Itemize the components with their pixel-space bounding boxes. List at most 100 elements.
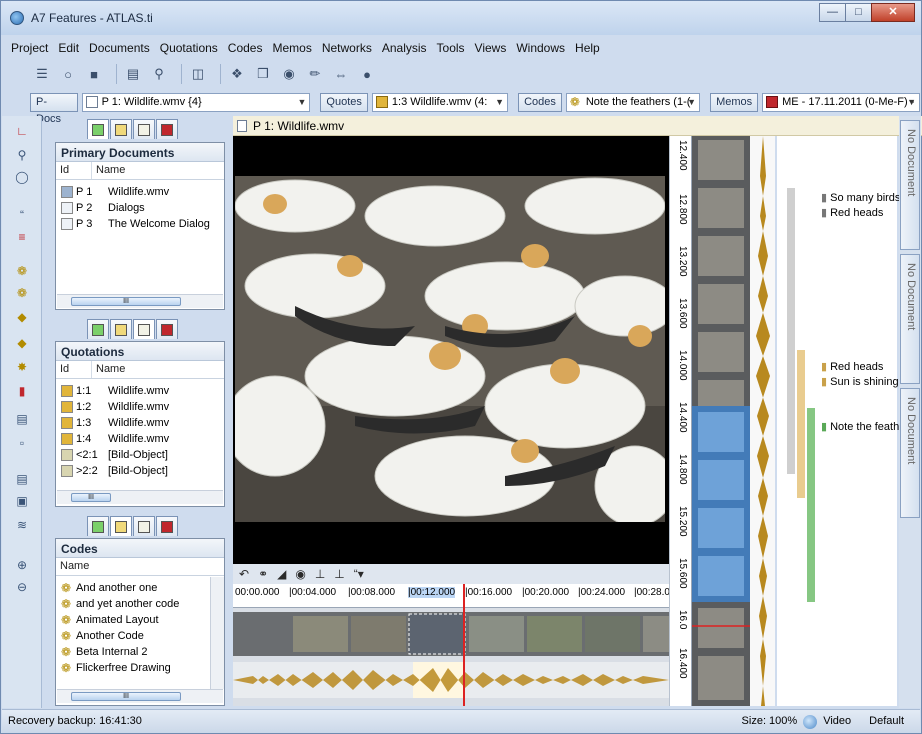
quotation-row[interactable]: <2:1 [Bild-Object] — [56, 447, 224, 463]
menu-edit[interactable]: Edit — [53, 40, 84, 58]
video-frame-image[interactable] — [235, 176, 665, 522]
pdocs-button[interactable]: P-Docs — [30, 92, 78, 125]
quote-link-icon[interactable]: ≡ — [12, 230, 32, 246]
close-button[interactable]: ✕ — [871, 3, 915, 22]
create-quote-icon[interactable]: “▾ — [354, 567, 364, 581]
column-name[interactable]: Name — [92, 361, 224, 378]
margin-area[interactable]: ▮ So many birds ▮ Red heads ▮ Red heads … — [777, 136, 900, 706]
margin-code-label[interactable]: ▮ Note the feath — [821, 420, 901, 433]
document-region-tab[interactable]: No Document — [900, 254, 920, 384]
margin-code-label[interactable]: ▮ Sun is shining — [821, 375, 901, 388]
zoom-in-icon[interactable]: ⊕ — [12, 558, 32, 574]
counter-icon[interactable]: ▤ — [12, 412, 32, 428]
margin-toggle-icon[interactable]: ∟ — [12, 124, 32, 140]
quote-icon[interactable]: “ — [12, 208, 32, 224]
code-drag-icon[interactable]: ✸ — [12, 360, 32, 376]
tab-codes[interactable] — [133, 119, 155, 139]
quotation-row[interactable]: 1:3 Wildlife.wmv — [56, 415, 224, 431]
new-project-icon[interactable]: ☰ — [32, 64, 52, 84]
menu-windows[interactable]: Windows — [511, 40, 570, 58]
query-tool-icon[interactable]: ❖ — [227, 64, 247, 84]
zoom-out-icon[interactable]: ⊖ — [12, 580, 32, 596]
tab-quotations[interactable] — [110, 319, 132, 339]
code-row[interactable]: ❁ And another one — [56, 580, 224, 596]
quotes-dropdown[interactable]: 1:3 Wildlife.wmv (4: ▼ — [371, 92, 509, 112]
memo-tool-icon[interactable]: ▮ — [12, 384, 32, 400]
menu-memos[interactable]: Memos — [267, 40, 316, 58]
memos-button[interactable]: Memos — [710, 92, 759, 112]
scrollbar-thumb[interactable]: III — [71, 297, 181, 306]
tab-quotations[interactable] — [110, 516, 132, 536]
bracket-icon[interactable]: ▫ — [12, 436, 32, 452]
time-ruler[interactable]: 00:00.000 |00:04.000 |00:08.000 |00:12.0… — [233, 584, 670, 608]
document-region-tab[interactable]: No Document — [900, 388, 920, 518]
open-icon[interactable]: ○ — [58, 64, 78, 84]
code-invivo-icon[interactable]: ◆ — [12, 310, 32, 326]
video-player[interactable] — [233, 136, 669, 564]
vertical-filmstrip[interactable] — [692, 136, 750, 706]
column-id[interactable]: Id — [56, 162, 92, 179]
tab-memos[interactable] — [156, 516, 178, 536]
minimize-button[interactable]: — — [819, 3, 846, 22]
scrollbar-thumb[interactable]: III — [71, 692, 181, 701]
tab-quotations[interactable] — [110, 119, 132, 139]
codes-dropdown[interactable]: ❁ Note the feathers (1-( ▼ — [565, 92, 701, 112]
margin-code-label[interactable]: ▮ Red heads — [821, 206, 901, 219]
quotes-button[interactable]: Quotes — [320, 92, 368, 112]
layout-icon[interactable]: ▤ — [12, 472, 32, 488]
undo-icon[interactable]: ↶ — [239, 567, 249, 581]
code-row[interactable]: ❁ Beta Internal 2 — [56, 644, 224, 660]
menu-documents[interactable]: Documents — [84, 40, 155, 58]
column-name[interactable]: Name — [92, 162, 224, 179]
code-row[interactable]: ❁ and yet another code — [56, 596, 224, 612]
pdocs-dropdown[interactable]: P 1: Wildlife.wmv {4} ▼ — [81, 92, 311, 112]
code-quick-icon[interactable]: ◆ — [12, 336, 32, 352]
column-id[interactable]: Id — [56, 361, 92, 378]
video-filmstrip[interactable] — [233, 612, 669, 656]
code-row[interactable]: ❁ Another Code — [56, 628, 224, 644]
horizontal-scrollbar[interactable]: III — [57, 294, 223, 308]
snapshot-icon[interactable]: ◉ — [295, 567, 305, 581]
code-row[interactable]: ❁ Flickerfree Drawing — [56, 660, 224, 676]
menu-project[interactable]: Project — [6, 40, 53, 58]
code-bar-green[interactable] — [807, 408, 815, 602]
layout-alt-icon[interactable]: ▣ — [12, 494, 32, 510]
vertical-scrollbar[interactable] — [210, 577, 224, 689]
comment-icon[interactable]: ◯ — [12, 170, 32, 186]
navigate-icon[interactable]: ⇔ — [331, 64, 351, 84]
horizontal-scrollbar[interactable]: III — [57, 490, 223, 504]
code-bar-gray[interactable] — [787, 188, 795, 474]
code-open-icon[interactable]: ❁ — [12, 264, 32, 280]
zoom-to-fit-icon[interactable]: ⚭ — [258, 567, 268, 581]
scrollbar-thumb[interactable]: III — [71, 493, 111, 502]
folder-icon[interactable]: ◫ — [188, 64, 208, 84]
vertical-time-ruler[interactable]: 12.400 12.800 13.200 13.600 14.000 14.40… — [670, 136, 692, 706]
xml-export-icon[interactable]: ◉ — [279, 64, 299, 84]
set-start-icon[interactable]: ⊥ — [315, 567, 325, 581]
layout-name[interactable]: Default — [869, 715, 904, 729]
document-row[interactable]: P 1 Wildlife.wmv — [56, 184, 224, 200]
menu-analysis[interactable]: Analysis — [377, 40, 432, 58]
quotation-row[interactable]: 1:4 Wildlife.wmv — [56, 431, 224, 447]
set-end-icon[interactable]: ⊥ — [334, 567, 344, 581]
globe-icon[interactable] — [803, 715, 818, 729]
search-icon[interactable]: ⚲ — [149, 64, 169, 84]
save-icon[interactable]: ■ — [84, 64, 104, 84]
quotation-row[interactable]: 1:1 Wildlife.wmv — [56, 383, 224, 399]
menu-quotations[interactable]: Quotations — [155, 40, 223, 58]
tab-codes[interactable] — [133, 516, 155, 536]
codes-button[interactable]: Codes — [518, 92, 562, 112]
zoom-icon[interactable]: ⚲ — [12, 148, 32, 164]
column-name[interactable]: Name — [56, 558, 210, 575]
audio-wave-icon[interactable]: ≋ — [12, 518, 32, 534]
menu-codes[interactable]: Codes — [223, 40, 268, 58]
maximize-button[interactable]: □ — [845, 3, 872, 22]
document-row[interactable]: P 2 Dialogs — [56, 200, 224, 216]
cooccurrence-icon[interactable]: ❒ — [253, 64, 273, 84]
tab-documents[interactable] — [87, 516, 109, 536]
vertical-timeline[interactable]: 12.400 12.800 13.200 13.600 14.000 14.40… — [669, 136, 775, 706]
volume-icon[interactable]: ◢ — [277, 567, 286, 581]
code-row[interactable]: ❁ Animated Layout — [56, 612, 224, 628]
tab-documents[interactable] — [87, 319, 109, 339]
menu-networks[interactable]: Networks — [317, 40, 377, 58]
